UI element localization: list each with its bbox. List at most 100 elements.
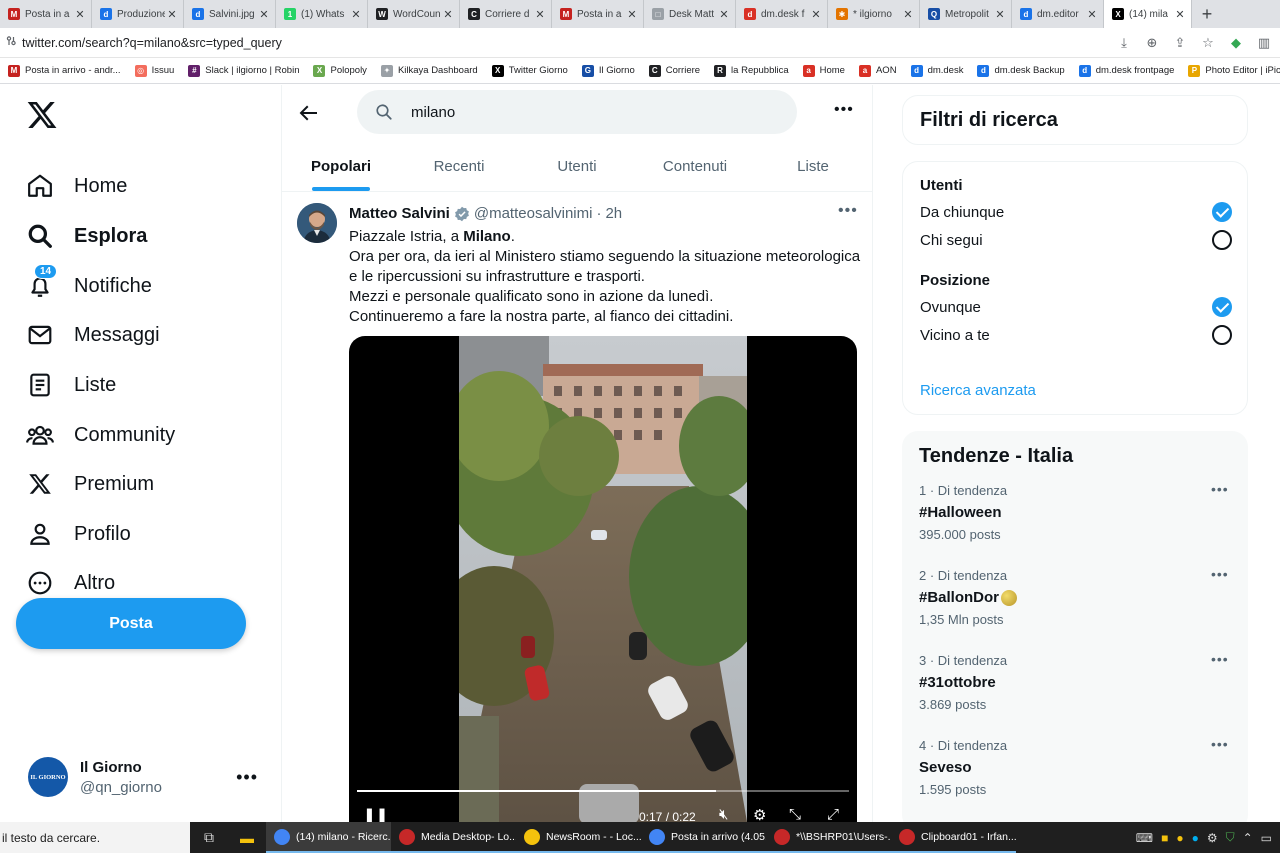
search-input[interactable] — [411, 103, 751, 121]
nav-item-notifiche[interactable]: 14 Notifiche — [26, 264, 152, 304]
back-arrow-icon[interactable] — [296, 101, 320, 125]
close-icon[interactable]: ✕ — [351, 8, 361, 21]
browser-tab[interactable]: Q Metropolit ✕ — [920, 0, 1012, 28]
close-icon[interactable]: ✕ — [627, 8, 637, 21]
tweet-author-avatar[interactable] — [297, 203, 337, 243]
bookmark-item[interactable]: X Twitter Giorno — [491, 64, 568, 77]
trend-more-icon[interactable]: ••• — [1211, 566, 1229, 582]
radio-anyone[interactable] — [1212, 202, 1232, 222]
bookmark-item[interactable]: G Il Giorno — [581, 64, 635, 77]
bookmark-item[interactable]: X Polopoly — [313, 64, 367, 77]
monitor-tray-icon[interactable]: ▭ — [1261, 831, 1272, 845]
bookmark-item[interactable]: # Slack | ilgiorno | Robin — [188, 64, 299, 77]
bookmark-item[interactable]: Rla Repubblica — [714, 64, 789, 77]
bookmark-item[interactable]: P Photo Editor | iPiccy — [1188, 64, 1280, 77]
trend-more-icon[interactable]: ••• — [1211, 481, 1229, 497]
browser-tab[interactable]: 1 (1) Whats ✕ — [276, 0, 368, 28]
radio-following[interactable] — [1212, 230, 1232, 250]
browser-tab[interactable]: d Produzione ✕ — [92, 0, 184, 28]
search-box[interactable] — [357, 90, 797, 134]
advanced-search-link[interactable]: Ricerca avanzata — [920, 382, 1036, 399]
zoom-icon[interactable]: ⊕ — [1144, 35, 1160, 51]
pause-icon[interactable]: ❚❚ — [363, 806, 388, 822]
new-tab-button[interactable]: + — [1192, 0, 1222, 28]
taskbar-app[interactable]: Posta in arrivo (4.05... — [641, 822, 766, 853]
tweet-video[interactable]: ❚❚ 0:17 / 0:22 🔇︎ ⚙ ⤡ ⤢ — [349, 336, 857, 822]
browser-tab[interactable]: C Corriere d ✕ — [460, 0, 552, 28]
taskbar-app[interactable]: *\\BSHRP01\Users-... — [766, 822, 891, 853]
browser-tab[interactable]: W WordCoun ✕ — [368, 0, 460, 28]
filter-option-near-you[interactable]: Vicino a te — [920, 327, 990, 344]
folder-tray-icon[interactable]: ■ — [1161, 831, 1168, 845]
file-explorer-icon[interactable]: ▬ — [228, 822, 266, 853]
trend-item[interactable]: 4 · Di tendenza Seveso 1.595 posts ••• — [919, 736, 1239, 797]
search-settings-more-icon[interactable]: ••• — [834, 101, 854, 119]
close-icon[interactable]: ✕ — [719, 8, 729, 21]
close-icon[interactable]: ✕ — [167, 8, 177, 21]
bookmark-item[interactable]: M Posta in arrivo - andr... — [8, 64, 121, 77]
browser-tab[interactable]: □ Desk Matt ✕ — [644, 0, 736, 28]
keyboard-icon[interactable]: ⌨ — [1136, 831, 1153, 845]
extension-icon[interactable]: ◆ — [1228, 35, 1244, 51]
nav-item-messaggi[interactable]: Messaggi — [26, 317, 160, 353]
x-logo-icon[interactable] — [26, 99, 58, 131]
bookmark-star-icon[interactable]: ☆ — [1200, 35, 1216, 51]
post-button[interactable]: Posta — [16, 598, 246, 649]
bookmark-item[interactable]: a AON — [858, 64, 897, 77]
tab-popolari[interactable]: Popolari — [282, 142, 400, 191]
close-icon[interactable]: ✕ — [259, 8, 269, 21]
video-settings-icon[interactable]: ⚙ — [753, 806, 766, 822]
browser-tab[interactable]: d dm.desk f ✕ — [736, 0, 828, 28]
tweet-more-icon[interactable]: ••• — [838, 202, 858, 220]
tab-contenuti[interactable]: Contenuti — [636, 142, 754, 191]
browser-tab[interactable]: X (14) mila ✕ — [1104, 0, 1192, 28]
fullscreen-icon[interactable]: ⤢ — [827, 806, 839, 822]
radio-near-you[interactable] — [1212, 325, 1232, 345]
more-dots-icon[interactable]: ••• — [236, 767, 258, 788]
browser-tab[interactable]: M Posta in a ✕ — [0, 0, 92, 28]
close-icon[interactable]: ✕ — [1175, 8, 1185, 21]
radio-anywhere[interactable] — [1212, 297, 1232, 317]
close-icon[interactable]: ✕ — [903, 8, 913, 21]
nav-item-home[interactable]: Home — [26, 168, 127, 204]
bookmark-item[interactable]: ◎ Issuu — [134, 64, 174, 77]
tweet-timestamp[interactable]: 2h — [605, 205, 622, 222]
tray-app-icon[interactable]: ● — [1176, 831, 1183, 845]
tweet[interactable]: Matteo Salvini @matteosalvinimi · 2h •••… — [282, 192, 872, 822]
settings-tray-icon[interactable]: ⚙ — [1207, 831, 1218, 845]
nav-item-liste[interactable]: Liste — [26, 367, 116, 403]
browser-tab[interactable]: ✱ * ilgiorno ✕ — [828, 0, 920, 28]
browser-tab[interactable]: M Posta in a ✕ — [552, 0, 644, 28]
browser-tab[interactable]: d Salvini.jpg ✕ — [184, 0, 276, 28]
account-switcher[interactable]: IL GIORNO Il Giorno @qn_giorno ••• — [28, 755, 268, 799]
filter-option-following[interactable]: Chi segui — [920, 232, 983, 249]
nav-item-community[interactable]: Community — [26, 417, 175, 453]
tab-utenti[interactable]: Utenti — [518, 142, 636, 191]
bookmark-item[interactable]: a Home — [802, 64, 845, 77]
tab-liste[interactable]: Liste — [754, 142, 872, 191]
taskbar-app[interactable]: Clipboard01 - Irfan... — [891, 822, 1016, 853]
video-progress-bar[interactable] — [357, 790, 849, 792]
bookmark-item[interactable]: C Corriere — [648, 64, 700, 77]
chevron-up-icon[interactable]: ⌃ — [1243, 831, 1253, 845]
picture-in-picture-icon[interactable]: ⤡ — [789, 806, 801, 822]
bookmark-item[interactable]: d dm.desk — [910, 64, 963, 77]
taskbar-app[interactable]: NewsRoom - - Loc... — [516, 822, 641, 853]
filter-option-anywhere[interactable]: Ovunque — [920, 299, 981, 316]
nav-item-altro[interactable]: Altro — [26, 565, 115, 601]
taskbar-search-field[interactable]: il testo da cercare. — [0, 822, 190, 853]
nav-item-premium[interactable]: Premium — [26, 466, 154, 502]
trend-more-icon[interactable]: ••• — [1211, 651, 1229, 667]
close-icon[interactable]: ✕ — [535, 8, 545, 21]
sidebar-icon[interactable]: ▥ — [1256, 35, 1272, 51]
tab-recenti[interactable]: Recenti — [400, 142, 518, 191]
install-app-icon[interactable]: ⤓ — [1116, 35, 1132, 51]
trend-item[interactable]: 1 · Di tendenza #Halloween 395.000 posts ••… — [919, 481, 1239, 542]
nav-item-profilo[interactable]: Profilo — [26, 516, 131, 552]
close-icon[interactable]: ✕ — [811, 8, 821, 21]
close-icon[interactable]: ✕ — [75, 8, 85, 21]
mute-icon[interactable]: 🔇︎ — [719, 806, 728, 822]
taskbar-app[interactable]: Media Desktop- Lo... — [391, 822, 516, 853]
skype-tray-icon[interactable]: ● — [1192, 831, 1199, 845]
task-view-icon[interactable]: ⧉ — [190, 822, 228, 853]
